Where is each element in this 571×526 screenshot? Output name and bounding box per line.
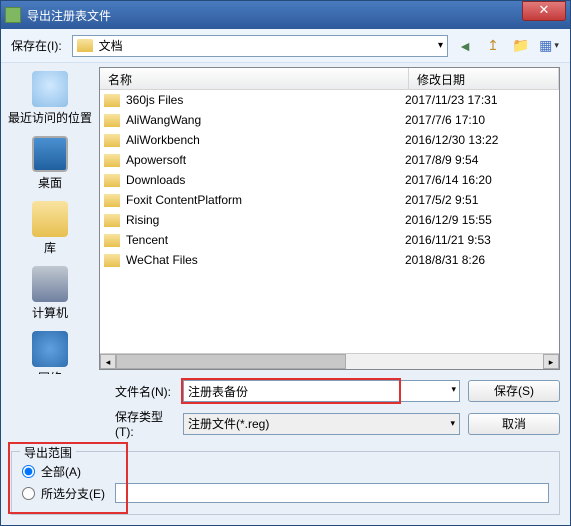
file-date: 2016/12/30 13:22 [405, 133, 555, 147]
chevron-down-icon[interactable]: ▾ [451, 384, 456, 395]
location-text: 文档 [99, 37, 123, 54]
file-name: Foxit ContentPlatform [126, 193, 405, 207]
folder-icon [104, 254, 120, 267]
file-list: 名称 修改日期 360js Files2017/11/23 17:31AliWa… [99, 67, 560, 370]
filetype-value: 注册文件(*.reg) [188, 415, 269, 432]
file-date: 2016/12/9 15:55 [405, 213, 555, 227]
file-name: WeChat Files [126, 253, 405, 267]
scroll-left-icon[interactable]: ◂ [100, 354, 116, 369]
folder-icon [77, 39, 93, 52]
folder-icon [104, 194, 120, 207]
file-date: 2018/8/31 8:26 [405, 253, 555, 267]
filename-input[interactable] [183, 380, 460, 402]
app-icon [5, 7, 21, 23]
computer-icon [32, 266, 68, 302]
radio-branch-input[interactable] [22, 487, 35, 500]
file-name: Tencent [126, 233, 405, 247]
scroll-thumb[interactable] [116, 354, 346, 369]
toolbar: 保存在(I): 文档 ▾ ◄ ↥ 📁 ▦▾ [1, 29, 570, 63]
network-icon [32, 331, 68, 367]
chevron-down-icon: ▾ [450, 418, 455, 429]
file-row[interactable]: WeChat Files2018/8/31 8:26 [100, 250, 559, 270]
file-date: 2017/8/9 9:54 [405, 153, 555, 167]
back-button[interactable]: ◄ [454, 35, 476, 57]
window-title: 导出注册表文件 [27, 7, 522, 24]
file-date: 2016/11/21 9:53 [405, 233, 555, 247]
up-button[interactable]: ↥ [482, 35, 504, 57]
close-button[interactable]: ✕ [522, 1, 566, 21]
library-icon [32, 201, 68, 237]
column-date[interactable]: 修改日期 [409, 68, 559, 89]
sidebar-item-desktop[interactable]: 桌面 [32, 136, 68, 191]
folder-icon [104, 134, 120, 147]
folder-icon [104, 114, 120, 127]
horizontal-scrollbar[interactable]: ◂ ▸ [100, 353, 559, 369]
desktop-icon [32, 136, 68, 172]
radio-all[interactable]: 全部(A) [22, 463, 549, 480]
file-list-body[interactable]: 360js Files2017/11/23 17:31AliWangWang20… [100, 90, 559, 353]
radio-branch[interactable]: 所选分支(E) [22, 483, 549, 503]
file-row[interactable]: Rising2016/12/9 15:55 [100, 210, 559, 230]
file-row[interactable]: AliWorkbench2016/12/30 13:22 [100, 130, 559, 150]
filetype-dropdown[interactable]: 注册文件(*.reg) ▾ [183, 413, 460, 435]
file-name: Apowersoft [126, 153, 405, 167]
filetype-label: 保存类型(T): [111, 408, 175, 439]
file-row[interactable]: Downloads2017/6/14 16:20 [100, 170, 559, 190]
titlebar[interactable]: 导出注册表文件 ✕ [1, 1, 570, 29]
file-date: 2017/6/14 16:20 [405, 173, 555, 187]
file-name: Rising [126, 213, 405, 227]
folder-icon [104, 214, 120, 227]
file-name: AliWangWang [126, 113, 405, 127]
save-button[interactable]: 保存(S) [468, 380, 560, 402]
new-folder-button[interactable]: 📁 [510, 35, 532, 57]
file-row[interactable]: Apowersoft2017/8/9 9:54 [100, 150, 559, 170]
sidebar-item-recent[interactable]: 最近访问的位置 [8, 71, 92, 126]
branch-path-input[interactable] [115, 483, 549, 503]
file-row[interactable]: AliWangWang2017/7/6 17:10 [100, 110, 559, 130]
cancel-button[interactable]: 取消 [468, 413, 560, 435]
view-menu-button[interactable]: ▦▾ [538, 35, 560, 57]
file-date: 2017/7/6 17:10 [405, 113, 555, 127]
folder-icon [104, 154, 120, 167]
file-date: 2017/5/2 9:51 [405, 193, 555, 207]
file-row[interactable]: 360js Files2017/11/23 17:31 [100, 90, 559, 110]
recent-icon [32, 71, 68, 107]
bottom-panel: 文件名(N): ▾ 保存(S) 保存类型(T): 注册文件(*.reg) ▾ 取… [1, 374, 570, 445]
file-date: 2017/11/23 17:31 [405, 93, 555, 107]
sidebar-item-network[interactable]: 网络 [32, 331, 68, 374]
dialog-window: 导出注册表文件 ✕ 保存在(I): 文档 ▾ ◄ ↥ 📁 ▦▾ 最近访问的位置 … [0, 0, 571, 526]
sidebar-item-library[interactable]: 库 [32, 201, 68, 256]
places-sidebar: 最近访问的位置 桌面 库 计算机 网络 [5, 67, 95, 370]
file-list-header: 名称 修改日期 [100, 68, 559, 90]
filename-label: 文件名(N): [111, 383, 175, 400]
file-name: Downloads [126, 173, 405, 187]
chevron-down-icon: ▾ [438, 40, 443, 51]
file-name: 360js Files [126, 93, 405, 107]
scroll-right-icon[interactable]: ▸ [543, 354, 559, 369]
sidebar-item-computer[interactable]: 计算机 [32, 266, 68, 321]
file-name: AliWorkbench [126, 133, 405, 147]
column-name[interactable]: 名称 [100, 68, 409, 89]
file-row[interactable]: Tencent2016/11/21 9:53 [100, 230, 559, 250]
content-area: 最近访问的位置 桌面 库 计算机 网络 名称 修改日期 360js Files2… [1, 63, 570, 374]
location-dropdown[interactable]: 文档 ▾ [72, 35, 448, 57]
folder-icon [104, 94, 120, 107]
folder-icon [104, 174, 120, 187]
filename-field-wrap: ▾ [183, 380, 460, 402]
export-range-group: 导出范围 全部(A) 所选分支(E) [11, 451, 560, 515]
save-in-label: 保存在(I): [11, 37, 62, 54]
folder-icon [104, 234, 120, 247]
export-range-legend: 导出范围 [20, 444, 76, 461]
file-row[interactable]: Foxit ContentPlatform2017/5/2 9:51 [100, 190, 559, 210]
radio-all-input[interactable] [22, 465, 35, 478]
